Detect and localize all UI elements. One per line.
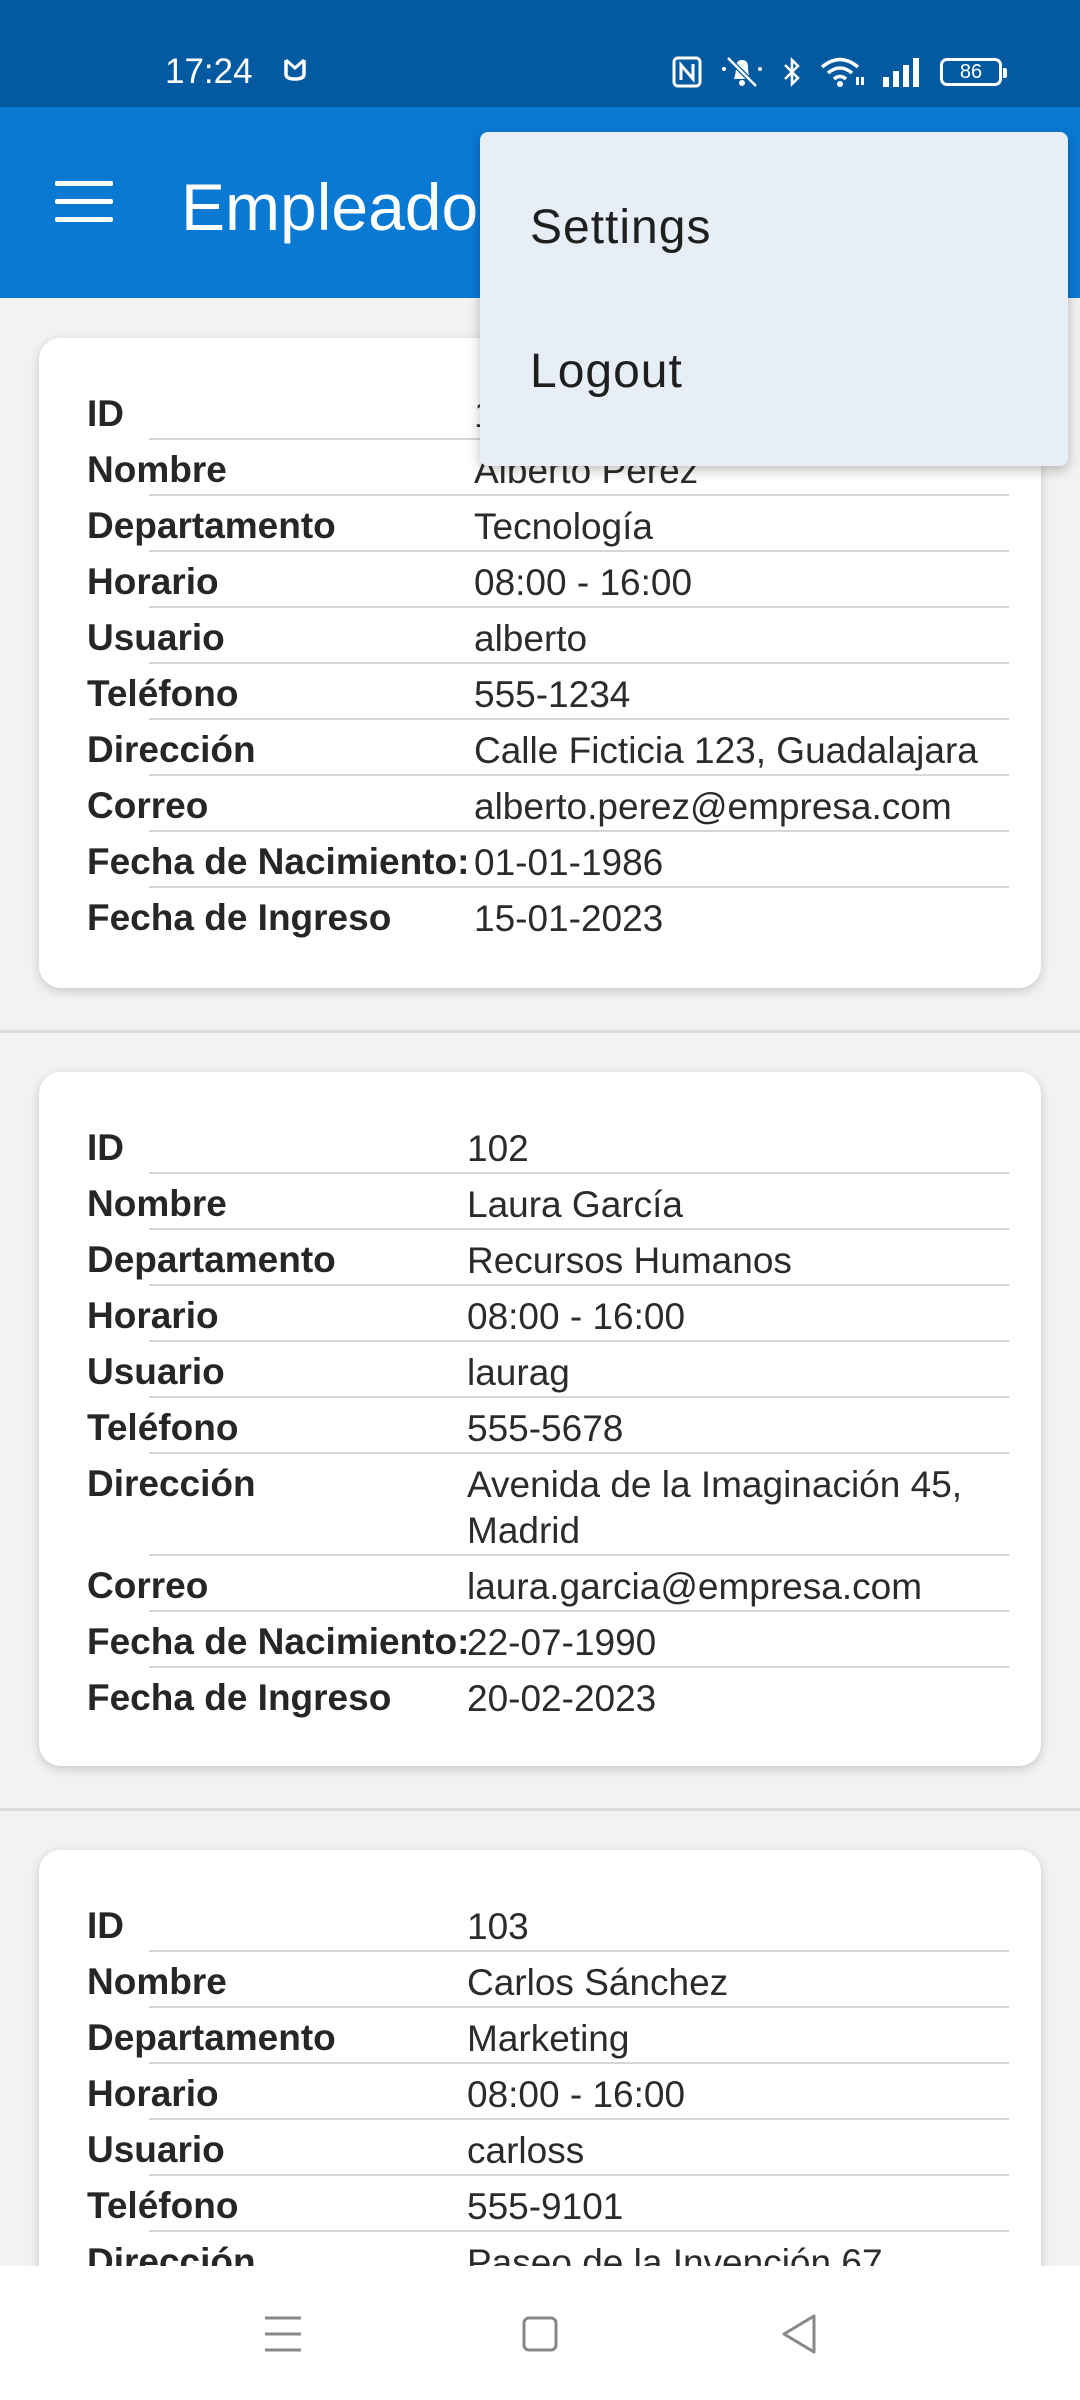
- field-value: Recursos Humanos: [467, 1240, 792, 1281]
- menu-item-logout[interactable]: Logout: [530, 342, 683, 402]
- field-value: Paseo de la Invención 67: [467, 2242, 883, 2266]
- field-label: Correo: [87, 1565, 209, 1606]
- field-value: Calle Ficticia 123, Guadalajara: [474, 730, 978, 771]
- divider: [0, 1030, 1080, 1033]
- battery-icon: 86: [940, 58, 1007, 86]
- home-square-icon[interactable]: [510, 2306, 570, 2362]
- field-value: alberto: [474, 618, 588, 659]
- overflow-menu: Settings Logout: [480, 132, 1068, 466]
- field-label: Fecha de Ingreso: [87, 1677, 392, 1718]
- field-label: Teléfono: [87, 1407, 239, 1448]
- field-label: Departamento: [87, 505, 336, 546]
- field-label: Usuario: [87, 1351, 225, 1392]
- wifi-icon: [820, 57, 864, 87]
- system-nav-bar: [0, 2266, 1080, 2400]
- field-value: Tecnología: [474, 506, 653, 547]
- field-label: Usuario: [87, 2129, 225, 2170]
- field-value: 08:00 - 16:00: [467, 1296, 686, 1337]
- field-value: 555-1234: [474, 674, 631, 715]
- field-label: Nombre: [87, 1961, 227, 2002]
- field-value: 20-02-2023: [467, 1678, 657, 1719]
- page-title: Empleados: [181, 170, 512, 244]
- field-value: laura.garcia@empresa.com: [467, 1566, 923, 1607]
- signal-icon: [883, 58, 919, 87]
- field-value: 102: [467, 1128, 529, 1169]
- field-value: 08:00 - 16:00: [467, 2074, 686, 2115]
- field-label: ID: [87, 1905, 124, 1946]
- field-value: Laura García: [467, 1184, 683, 1225]
- field-label: Nombre: [87, 1183, 227, 1224]
- field-label: Teléfono: [87, 2185, 239, 2226]
- divider: [0, 1808, 1080, 1811]
- field-value: carloss: [467, 2130, 585, 2171]
- employee-card: ID 102 Nombre Laura García Departamento …: [39, 1072, 1041, 1766]
- employee-list[interactable]: ID 101 Nombre Alberto Perez Departamento…: [0, 298, 1080, 2266]
- field-label: Departamento: [87, 1239, 336, 1280]
- field-value: Marketing: [467, 2018, 630, 2059]
- field-value: Carlos Sánchez: [467, 1962, 729, 2003]
- field-label: Horario: [87, 561, 219, 602]
- field-label: Departamento: [87, 2017, 336, 2058]
- field-value: 555-9101: [467, 2186, 624, 2227]
- recents-menu-icon[interactable]: [253, 2306, 313, 2362]
- field-label: Teléfono: [87, 673, 239, 714]
- field-value: 15-01-2023: [474, 898, 664, 939]
- field-value: 555-5678: [467, 1408, 624, 1449]
- field-label: Nombre: [87, 449, 227, 490]
- field-label: Dirección: [87, 2241, 256, 2266]
- field-value: alberto.perez@empresa.com: [474, 786, 952, 827]
- field-value: 22-07-1990: [467, 1622, 657, 1663]
- field-value: laurag: [467, 1352, 570, 1393]
- field-value: 01-01-1986: [474, 842, 664, 883]
- field-label: Correo: [87, 785, 209, 826]
- field-value: 103: [467, 1906, 529, 1947]
- field-value: Avenida de la Imaginación 45,: [467, 1464, 963, 1505]
- field-label: Horario: [87, 1295, 219, 1336]
- field-label: Fecha de Ingreso: [87, 897, 392, 938]
- field-label: Horario: [87, 2073, 219, 2114]
- field-label: Fecha de Nacimiento:: [87, 841, 470, 882]
- field-label: ID: [87, 393, 124, 434]
- field-label: Usuario: [87, 617, 225, 658]
- back-triangle-icon[interactable]: [770, 2306, 830, 2362]
- field-label: ID: [87, 1127, 124, 1168]
- bluetooth-icon: [784, 56, 800, 88]
- status-bar: 17:24 86: [0, 0, 1080, 107]
- field-label: Dirección: [87, 1463, 256, 1504]
- menu-item-settings[interactable]: Settings: [530, 198, 711, 258]
- status-time: 17:24: [165, 52, 253, 91]
- field-value-continued: Madrid: [467, 1510, 581, 1551]
- field-label: Dirección: [87, 729, 256, 770]
- status-icons: 86: [672, 52, 1007, 92]
- nfc-icon: [672, 56, 702, 88]
- field-value: 08:00 - 16:00: [474, 562, 693, 603]
- hamburger-menu-icon[interactable]: [55, 179, 113, 223]
- field-label: Fecha de Nacimiento:: [87, 1621, 470, 1662]
- mail-notification-icon: [284, 58, 306, 81]
- silent-bell-icon: [722, 56, 762, 88]
- employee-card: ID 103 Nombre Carlos Sánchez Departament…: [39, 1850, 1041, 2266]
